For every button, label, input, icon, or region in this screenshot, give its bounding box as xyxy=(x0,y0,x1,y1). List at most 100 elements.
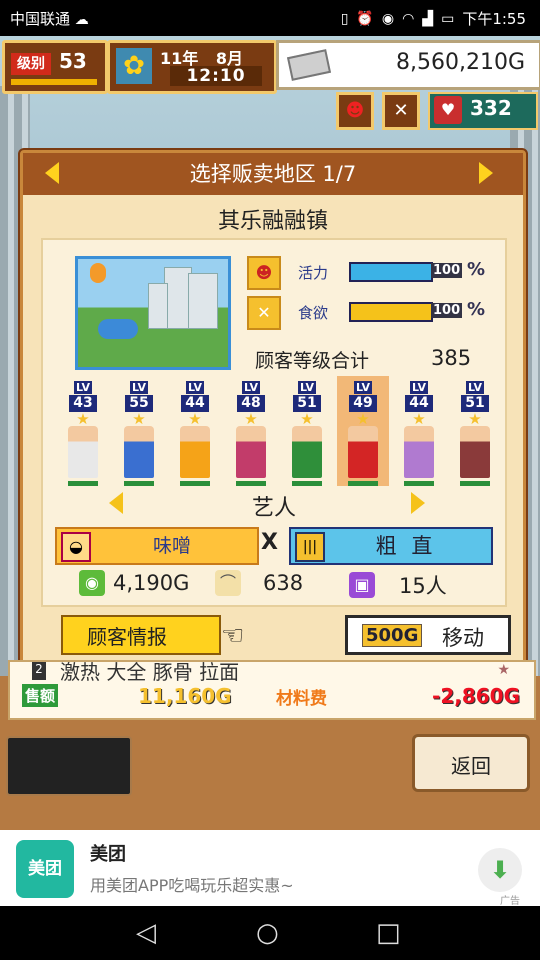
noodle-icon: ||| xyxy=(295,532,325,562)
ad-banner[interactable]: 美团 美团 用美团APP吃喝玩乐超实惠~ xyxy=(0,830,540,906)
people-stat: ▣ 15人 xyxy=(349,570,447,600)
customer-shadow xyxy=(236,481,266,486)
customer-shadow xyxy=(68,481,98,486)
select-district-dialog: 选择贩卖地区 1/7 其乐融融镇 ☻ 活力 100 % ✕ 食欲 100 % 顾… xyxy=(20,150,526,666)
sales-label: 售额 xyxy=(22,684,59,707)
level-progress-bar xyxy=(11,79,97,85)
customer-figure xyxy=(292,426,322,478)
menu-number: 2 xyxy=(32,662,46,680)
customer-level-total-value: 385 xyxy=(431,346,472,370)
dialog-title: 选择贩卖地区 1/7 xyxy=(189,162,357,186)
star-icon: ★ xyxy=(300,410,314,428)
nav-bar: ◁ ○ □ xyxy=(0,906,540,960)
preference-noodle: ||| 粗 直 xyxy=(289,527,493,565)
sales-value: 11,160G xyxy=(138,684,232,708)
alarm-icon: ⏰ xyxy=(356,10,374,27)
town-image xyxy=(75,256,231,370)
wifi-icon: ◠ xyxy=(402,10,415,27)
customer-card[interactable]: LV 49 ★ xyxy=(337,376,389,486)
signal-icon: ▟ xyxy=(422,10,434,27)
customer-card[interactable]: LV 55 ★ xyxy=(113,376,165,486)
customer-shadow xyxy=(124,481,154,486)
appetite-value: 100 xyxy=(431,303,463,318)
customer-card[interactable]: LV 44 ★ xyxy=(169,376,221,486)
energy-face-icon[interactable]: ☻ xyxy=(336,92,374,130)
next-district-arrow-icon[interactable] xyxy=(479,162,493,184)
customer-card[interactable]: LV 44 ★ xyxy=(393,376,445,486)
star-icon: ★ xyxy=(244,410,258,428)
ad-description: 用美团APP吃喝玩乐超实惠~ xyxy=(90,876,294,895)
customer-shadow xyxy=(180,481,210,486)
spoon-icon: ⌒ xyxy=(215,570,241,596)
carrier-text: 中国联通 xyxy=(10,10,71,28)
star-icon: ★ xyxy=(468,410,482,428)
monster-icon: ▣ xyxy=(349,572,375,598)
customer-card[interactable]: LV 51 ★ xyxy=(281,376,333,486)
rank-icon: ★ xyxy=(497,662,510,678)
stat-label-appetite: 食欲 xyxy=(298,304,329,322)
customer-shadow xyxy=(348,481,378,486)
carrier-label: 中国联通 ☁ xyxy=(10,8,89,29)
cross-icon: X xyxy=(261,530,278,555)
battery-icon: ▭ xyxy=(441,10,455,27)
customer-info-button[interactable]: 顾客情报 xyxy=(61,615,221,655)
move-cost: 500G xyxy=(362,624,423,647)
level-tag: LV xyxy=(185,381,204,394)
recents-nav-icon[interactable]: □ xyxy=(376,918,401,948)
energy-bar-fill xyxy=(351,264,431,280)
level-tag: LV xyxy=(73,381,92,394)
download-icon: ⬇ xyxy=(489,856,511,884)
fan-icon: ♥ xyxy=(434,96,462,124)
customer-shadow xyxy=(292,481,322,486)
preference-noodle-text: 粗 直 xyxy=(375,534,437,558)
download-button[interactable]: ⬇ xyxy=(478,848,522,892)
customer-card[interactable]: LV 43 ★ xyxy=(57,376,109,486)
wallet-icon: ◉ xyxy=(79,570,105,596)
customer-card[interactable]: LV 51 ★ xyxy=(449,376,501,486)
energy-bar xyxy=(349,262,433,282)
appetite-bar-fill xyxy=(351,304,431,320)
preference-flavor-text: 味噌 xyxy=(152,535,191,557)
back-button[interactable]: 返回 xyxy=(412,734,530,792)
stat-label-energy: 活力 xyxy=(298,264,329,282)
percent-icon: % xyxy=(467,259,486,280)
level-tag: LV xyxy=(409,381,428,394)
energy-icon: ☻ xyxy=(247,256,281,290)
clock-text: 下午1:55 xyxy=(462,10,526,28)
star-icon: ★ xyxy=(356,410,370,428)
move-label: 移动 xyxy=(442,626,484,650)
sunflower-icon: ✿ xyxy=(116,48,152,84)
customer-level-total-label: 顾客等级合计 xyxy=(255,350,370,372)
home-nav-icon[interactable]: ○ xyxy=(256,918,279,948)
fans-box[interactable]: ♥ 332 xyxy=(428,92,538,130)
district-name: 其乐融融镇 xyxy=(217,209,328,234)
level-tag: LV xyxy=(241,381,260,394)
utensils-icon: ✕ xyxy=(247,296,281,330)
customer-figure xyxy=(404,426,434,478)
level-tag: LV xyxy=(353,381,372,394)
customer-figure xyxy=(124,426,154,478)
money-box: 8,560,210G xyxy=(276,40,540,90)
money-value: 8,560,210G xyxy=(395,50,525,75)
star-icon: ★ xyxy=(132,410,146,428)
material-cost-value: -2,860G xyxy=(432,684,520,708)
prev-district-arrow-icon[interactable] xyxy=(45,162,59,184)
customer-figure xyxy=(460,426,490,478)
vibrate-icon: ▯ xyxy=(340,10,349,27)
menu-row: 2 激热 大全 豚骨 拉面 ★ 售额 11,160G 材料费 -2,860G xyxy=(8,660,536,720)
cash-icon xyxy=(286,49,332,81)
next-customer-arrow-icon[interactable] xyxy=(411,492,425,514)
back-nav-icon[interactable]: ◁ xyxy=(136,918,156,948)
utensils-icon[interactable]: ✕ xyxy=(382,92,420,130)
district-panel: ☻ 活力 100 % ✕ 食欲 100 % 顾客等级合计 385 LV 43 ★ LV… xyxy=(41,238,507,607)
level-tag: LV xyxy=(297,381,316,394)
menu-name: 激热 大全 豚骨 拉面 xyxy=(60,660,240,684)
status-icons: ▯ ⏰ ◉ ◠ ▟ ▭ 下午1:55 xyxy=(341,8,526,29)
customer-type: 艺人 xyxy=(251,496,296,521)
customer-card[interactable]: LV 48 ★ xyxy=(225,376,277,486)
spoon-stat: ⌒ 638 xyxy=(215,570,303,596)
game-clock: 12:10 xyxy=(170,66,262,86)
preference-flavor: ◒ 味噌 xyxy=(55,527,259,565)
empty-slot xyxy=(6,736,132,796)
move-button[interactable]: 500G 移动 xyxy=(345,615,511,655)
